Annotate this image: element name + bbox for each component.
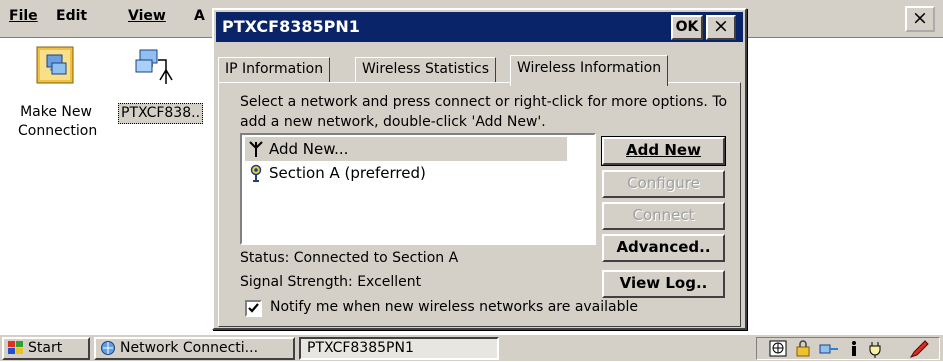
pen-icon[interactable] [909,340,929,362]
system-tray [756,337,940,360]
taskbar: Start Network Connecti... PTXCF8385PN1 [0,333,943,361]
windows-logo-icon [7,340,24,358]
tab-wireless-information[interactable]: Wireless Information [510,55,669,86]
network-item-add-new[interactable]: Add New... [245,137,567,161]
tab-wireless-statistics[interactable]: Wireless Statistics [355,57,497,83]
status-line: Status: Connected to Section A [240,250,459,266]
signal-strength-line: Signal Strength: Excellent [240,274,422,290]
notify-checkbox[interactable] [245,300,262,317]
connect-button[interactable]: Connect [602,202,725,230]
make-new-connection-label[interactable]: Make New Connection [15,103,97,141]
taskbar-ptxcf8385pn1[interactable]: PTXCF8385PN1 [299,337,499,360]
start-button[interactable]: Start [2,337,90,360]
explorer-close-button[interactable]: × [905,6,935,32]
ok-button[interactable]: OK [671,15,703,40]
instructions-text: Select a network and press connect or ri… [240,94,728,130]
add-new-button[interactable]: Add New [601,136,726,166]
close-button[interactable]: × [706,15,736,40]
signal-strength-value: Excellent [357,274,422,290]
info-icon[interactable] [849,340,859,361]
network-item-section-a[interactable]: Section A (preferred) [245,161,567,185]
network-connection-icon[interactable] [134,46,176,92]
status-value: Connected to Section A [293,250,459,266]
dialog-title: PTXCF8385PN1 [222,17,360,36]
keyboard-icon[interactable] [769,340,787,361]
lock-icon[interactable] [795,340,811,361]
menu-edit[interactable]: Edit [56,8,87,24]
wireless-dialog: PTXCF8385PN1 OK × IP Information Wireles… [212,8,747,330]
tab-ip-information[interactable]: IP Information [218,57,331,83]
menu-advanced[interactable]: A [194,8,205,24]
network-list[interactable]: Add New... Section A (preferred) [240,133,596,245]
configure-button[interactable]: Configure [602,170,725,198]
network-folder-icon [100,340,117,358]
notify-label[interactable]: Notify me when new wireless networks are… [270,299,638,315]
dialog-title-bar[interactable]: PTXCF8385PN1 OK × [216,12,743,42]
advanced-button[interactable]: Advanced.. [602,234,725,262]
network-connection-label[interactable]: PTXCF838.. [118,103,204,124]
wireless-network-icon [249,164,263,189]
menu-file[interactable]: File [9,8,38,24]
power-plug-icon[interactable] [867,340,885,362]
taskbar-network-connections[interactable]: Network Connecti... [94,337,295,360]
checkmark-icon [248,303,259,313]
view-log-button[interactable]: View Log.. [602,270,725,298]
make-new-connection-icon[interactable] [36,46,74,88]
network-tray-icon[interactable] [819,340,839,361]
menu-view[interactable]: View [128,8,166,24]
